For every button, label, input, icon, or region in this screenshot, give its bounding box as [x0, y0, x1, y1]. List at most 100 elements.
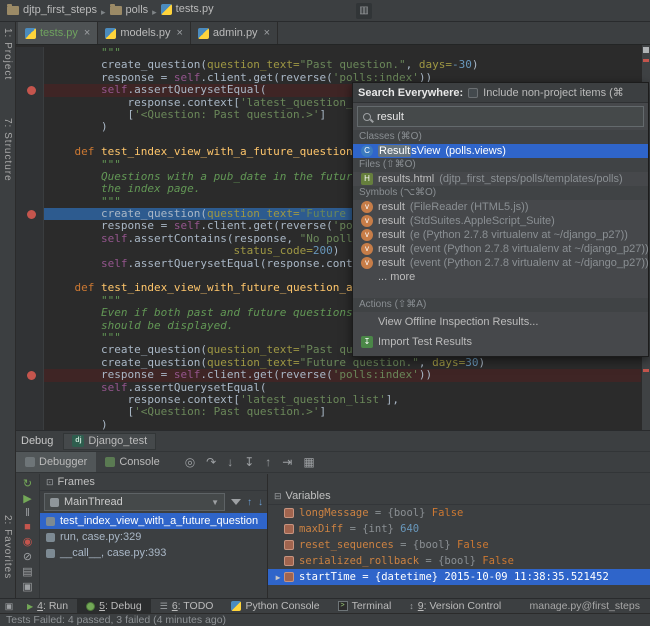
- previous-frame-icon[interactable]: ↑: [247, 497, 252, 508]
- editor-gutter[interactable]: [16, 159, 44, 171]
- step-out-icon[interactable]: ↑: [265, 455, 271, 469]
- editor-gutter[interactable]: [16, 146, 44, 158]
- editor-gutter[interactable]: [16, 394, 44, 406]
- stop-icon[interactable]: ■: [24, 521, 31, 533]
- filter-icon[interactable]: [231, 499, 241, 505]
- tab-close-icon[interactable]: ×: [176, 27, 182, 39]
- debug-tab-console[interactable]: Console: [96, 452, 168, 472]
- search-result-item[interactable]: vresult(event (Python 2.7.8 virtualenv a…: [353, 242, 648, 256]
- editor-gutter[interactable]: [16, 97, 44, 109]
- code-line[interactable]: create_question(question_text="Past ques…: [16, 59, 641, 71]
- search-result-item[interactable]: Hresults.html(djtp_first_steps/polls/tem…: [353, 172, 648, 186]
- show-execution-point-icon[interactable]: ◎: [185, 455, 195, 469]
- editor-gutter[interactable]: [16, 344, 44, 356]
- editor-gutter[interactable]: [16, 406, 44, 418]
- error-mark[interactable]: [643, 59, 649, 62]
- resume-icon[interactable]: ▶: [23, 492, 31, 505]
- editor-gutter[interactable]: [16, 109, 44, 121]
- pause-icon[interactable]: ‖: [25, 507, 30, 519]
- editor-tab[interactable]: admin.py×: [191, 22, 278, 44]
- toolwindow-button-4-run[interactable]: ▶4: Run: [18, 599, 77, 613]
- toolwindow-button-5-debug[interactable]: 5: Debug: [77, 599, 151, 613]
- breakpoint-icon[interactable]: [27, 86, 36, 95]
- collapse-icon[interactable]: ⊡: [46, 477, 54, 488]
- code-line[interactable]: response = self.client.get(reverse('poll…: [16, 369, 641, 381]
- toolwindow-button-9-version-control[interactable]: ↕9: Version Control: [400, 599, 510, 613]
- next-frame-icon[interactable]: ↓: [258, 497, 263, 508]
- search-result-item[interactable]: View Offline Inspection Results...: [353, 312, 648, 332]
- run-configuration-label[interactable]: manage.py@first_steps: [530, 600, 650, 612]
- editor-gutter[interactable]: [16, 196, 44, 208]
- tool-window-button[interactable]: 1: Project: [2, 28, 13, 80]
- editor-gutter[interactable]: [16, 220, 44, 232]
- editor-gutter[interactable]: [16, 59, 44, 71]
- editor-gutter[interactable]: [16, 208, 44, 220]
- search-result-item[interactable]: CResultsView(polls.views): [353, 144, 648, 158]
- breadcrumb-item[interactable]: polls: [110, 4, 149, 16]
- editor-gutter[interactable]: [16, 332, 44, 344]
- search-result-item[interactable]: ... more: [353, 270, 648, 284]
- rerun-icon[interactable]: ↻: [23, 477, 32, 490]
- editor-gutter[interactable]: [16, 183, 44, 195]
- variable-row[interactable]: serialized_rollback = {bool} False: [268, 553, 650, 569]
- expand-arrow-icon[interactable]: ▶: [272, 573, 284, 582]
- editor-gutter[interactable]: [16, 233, 44, 245]
- variable-row[interactable]: reset_sequences = {bool} False: [268, 537, 650, 553]
- view-breakpoints-icon[interactable]: ◉: [23, 535, 33, 548]
- breakpoint-icon[interactable]: [27, 210, 36, 219]
- editor-gutter[interactable]: [16, 245, 44, 257]
- editor-gutter[interactable]: [16, 72, 44, 84]
- editor-gutter[interactable]: [16, 121, 44, 133]
- search-result-item[interactable]: vresult(FileReader (HTML5.js)): [353, 200, 648, 214]
- editor-gutter[interactable]: [16, 47, 44, 59]
- search-result-item[interactable]: ↧Import Test Results: [353, 332, 648, 352]
- frame-row[interactable]: run, case.py:329: [40, 529, 267, 545]
- error-mark[interactable]: [643, 369, 649, 372]
- search-result-item[interactable]: vresult(StdSuites.AppleScript_Suite): [353, 214, 648, 228]
- evaluate-expression-icon[interactable]: ▦: [303, 455, 314, 469]
- frame-row[interactable]: __call__, case.py:393: [40, 545, 267, 561]
- variable-row[interactable]: longMessage = {bool} False: [268, 505, 650, 521]
- step-over-icon[interactable]: ↷: [206, 455, 216, 469]
- collapse-icon[interactable]: ⊟: [274, 491, 282, 502]
- editor-gutter[interactable]: [16, 295, 44, 307]
- editor-gutter[interactable]: [16, 307, 44, 319]
- force-step-into-icon[interactable]: ↧: [244, 455, 254, 469]
- editor-gutter[interactable]: [16, 382, 44, 394]
- editor-gutter[interactable]: [16, 270, 44, 282]
- editor-gutter[interactable]: [16, 84, 44, 96]
- editor-gutter[interactable]: [16, 258, 44, 270]
- debug-tab-debugger[interactable]: Debugger: [16, 452, 96, 472]
- toolwindow-button-python-console[interactable]: Python Console: [222, 599, 328, 613]
- code-line[interactable]: response.context['latest_question_list']…: [16, 394, 641, 406]
- tool-window-button[interactable]: 2: Favorites: [2, 515, 13, 579]
- include-non-project-checkbox[interactable]: [468, 88, 478, 98]
- toolwindow-button-terminal[interactable]: >Terminal: [329, 599, 401, 613]
- breadcrumb-item[interactable]: tests.py: [161, 3, 214, 15]
- editor-tab[interactable]: tests.py×: [18, 22, 98, 44]
- tab-close-icon[interactable]: ×: [84, 27, 90, 39]
- code-line[interactable]: """: [16, 47, 641, 59]
- variable-row[interactable]: ▶startTime = {datetime} 2015-10-09 11:38…: [268, 569, 650, 585]
- editor-gutter[interactable]: [16, 419, 44, 430]
- run-to-cursor-icon[interactable]: ⇥: [282, 455, 292, 469]
- tool-window-button[interactable]: 7: Structure: [2, 118, 13, 182]
- code-line[interactable]: self.assertQuerysetEqual(: [16, 382, 641, 394]
- toolbar-icon[interactable]: ▥: [356, 3, 372, 19]
- search-result-item[interactable]: vresult(e (Python 2.7.8 virtualenv at ~/…: [353, 228, 648, 242]
- toolwindow-anchor-icon[interactable]: ▣: [0, 601, 18, 612]
- variable-row[interactable]: maxDiff = {int} 640: [268, 521, 650, 537]
- editor-tab[interactable]: models.py×: [98, 22, 191, 44]
- editor-gutter[interactable]: [16, 369, 44, 381]
- step-into-icon[interactable]: ↓: [227, 455, 233, 469]
- editor-gutter[interactable]: [16, 320, 44, 332]
- debug-session-tab[interactable]: dj Django_test: [63, 433, 156, 450]
- breakpoint-icon[interactable]: [27, 371, 36, 380]
- restore-layout-icon[interactable]: ▤: [22, 565, 32, 578]
- frame-row[interactable]: test_index_view_with_a_future_question: [40, 513, 267, 529]
- editor-gutter[interactable]: [16, 357, 44, 369]
- code-line[interactable]: ): [16, 419, 641, 430]
- toolwindow-button-6-todo[interactable]: ☰6: TODO: [151, 599, 223, 613]
- code-line[interactable]: create_question(question_text="Future qu…: [16, 357, 641, 369]
- editor-gutter[interactable]: [16, 134, 44, 146]
